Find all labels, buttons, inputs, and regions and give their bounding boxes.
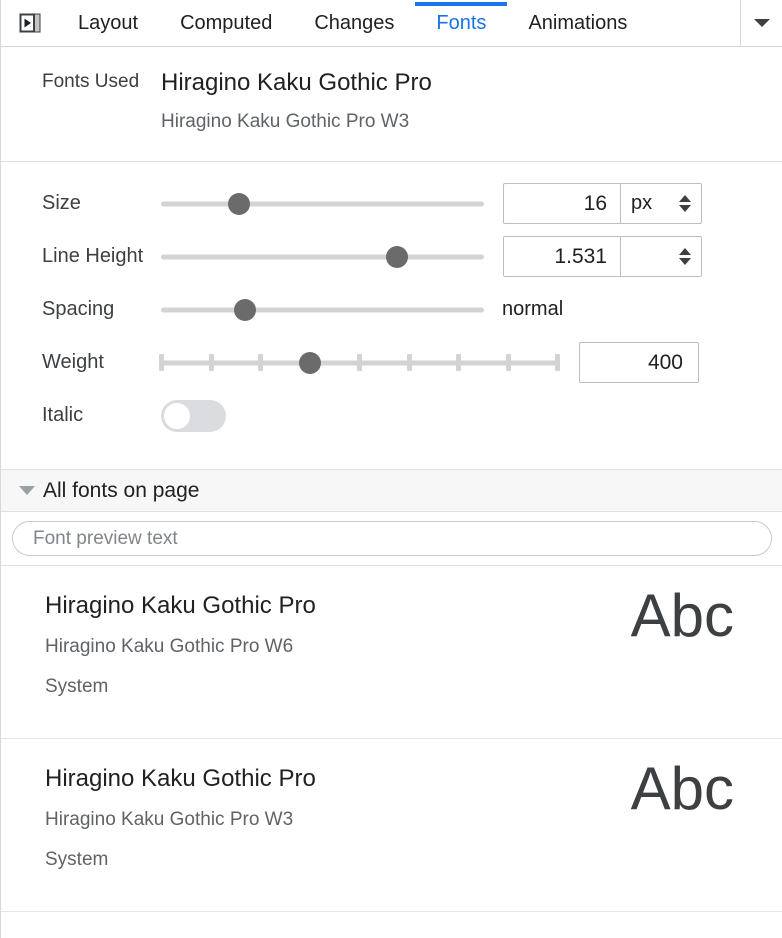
line-height-label: Line Height [42, 245, 144, 267]
size-slider-track [161, 201, 484, 206]
all-fonts-section-header[interactable]: All fonts on page [1, 470, 782, 512]
italic-label: Italic [42, 404, 84, 426]
weight-value-group: 400 [579, 342, 699, 383]
fonts-used-label: Fonts Used [42, 71, 140, 92]
line-height-numberbox[interactable]: 1.531 [503, 236, 702, 277]
italic-toggle[interactable] [161, 399, 226, 432]
font-list-item[interactable]: Hiragino Kaku Gothic Pro Hiragino Kaku G… [1, 739, 782, 912]
fonts-used-section: Fonts Used Hiragino Kaku Gothic Pro Hira… [1, 47, 782, 162]
line-height-unit-select[interactable] [620, 237, 701, 276]
weight-slider-thumb[interactable] [298, 351, 321, 374]
size-slider-thumb[interactable] [227, 192, 250, 215]
line-height-slider-track [161, 254, 484, 259]
fonts-used-family: Hiragino Kaku Gothic Pro [161, 69, 432, 96]
line-height-slider-thumb[interactable] [385, 245, 408, 268]
font-preview-row [1, 512, 782, 566]
devtools-tab-bar: Layout Computed Changes Fonts Animations [1, 0, 782, 47]
all-fonts-header-label: All fonts on page [43, 478, 200, 502]
weight-tick [208, 354, 214, 371]
tab-list: Layout Computed Changes Fonts Animations [57, 0, 740, 47]
tab-fonts[interactable]: Fonts [415, 0, 508, 47]
dock-panel-glyph [19, 13, 41, 33]
weight-tick [258, 354, 263, 371]
size-input[interactable]: 16 [504, 184, 620, 223]
spacing-slider-track [161, 307, 484, 312]
line-height-input[interactable]: 1.531 [504, 237, 620, 276]
size-label: Size [42, 192, 81, 214]
fonts-used-body: Hiragino Kaku Gothic Pro Hiragino Kaku G… [161, 67, 782, 137]
control-row-weight: Weight 400 [1, 336, 782, 389]
font-item-origin: System [45, 849, 109, 870]
spinner-up-icon [679, 248, 691, 255]
weight-label: Weight [42, 351, 104, 373]
font-item-sample: Abc [630, 755, 734, 822]
tab-layout[interactable]: Layout [57, 0, 159, 47]
font-preview-input[interactable] [12, 521, 772, 556]
spinner-down-icon [679, 258, 691, 265]
chevron-down-icon [753, 19, 770, 27]
line-height-value-group: 1.531 [503, 236, 702, 277]
weight-tick [357, 354, 362, 371]
dock-panel-icon[interactable] [17, 10, 43, 36]
fonts-panel: Layout Computed Changes Fonts Animations… [0, 0, 782, 938]
font-list-item[interactable]: Hiragino Kaku Gothic Pro Hiragino Kaku G… [1, 566, 782, 739]
triangle-down-icon [19, 486, 35, 495]
spacing-slider-thumb[interactable] [233, 298, 256, 321]
size-slider[interactable] [161, 192, 484, 215]
spinner-up-icon [679, 195, 691, 202]
control-row-spacing: Spacing normal [1, 283, 782, 336]
control-row-line-height: Line Height 1.531 [1, 230, 782, 283]
tab-changes[interactable]: Changes [293, 0, 415, 47]
control-row-size: Size 16 px [1, 177, 782, 230]
font-item-origin: System [45, 676, 109, 697]
weight-tick [555, 354, 560, 371]
weight-tick [456, 354, 461, 371]
font-editor-controls: Size 16 px Line Height 1.531 Spacing nor… [1, 162, 782, 470]
weight-tick [406, 354, 412, 371]
tab-computed-label: Computed [180, 11, 273, 34]
fonts-used-variant: Hiragino Kaku Gothic Pro W3 [161, 111, 410, 132]
size-unit-label: px [631, 192, 653, 214]
weight-tick [505, 354, 511, 371]
weight-slider[interactable] [159, 351, 560, 374]
line-height-slider[interactable] [161, 245, 484, 268]
spinner-down-icon [679, 205, 691, 212]
tab-computed[interactable]: Computed [159, 0, 293, 47]
italic-toggle-knob [164, 402, 190, 429]
control-row-italic: Italic [1, 389, 782, 442]
size-spinner-icon[interactable] [679, 195, 691, 212]
spacing-value: normal [502, 298, 564, 320]
weight-input[interactable]: 400 [579, 342, 699, 383]
spacing-label: Spacing [42, 298, 115, 320]
size-value-group: 16 px [503, 183, 702, 224]
tab-changes-label: Changes [314, 11, 395, 34]
tab-animations[interactable]: Animations [507, 0, 648, 47]
tab-layout-label: Layout [78, 11, 139, 34]
size-numberbox[interactable]: 16 px [503, 183, 702, 224]
tab-fonts-label: Fonts [436, 11, 487, 34]
line-height-spinner-icon[interactable] [679, 248, 691, 265]
font-item-sample: Abc [630, 582, 734, 649]
tab-animations-label: Animations [528, 11, 628, 34]
weight-tick [159, 354, 164, 371]
size-unit-select[interactable]: px [620, 184, 701, 223]
tab-overflow-button[interactable] [740, 0, 782, 47]
spacing-slider[interactable] [161, 298, 484, 321]
